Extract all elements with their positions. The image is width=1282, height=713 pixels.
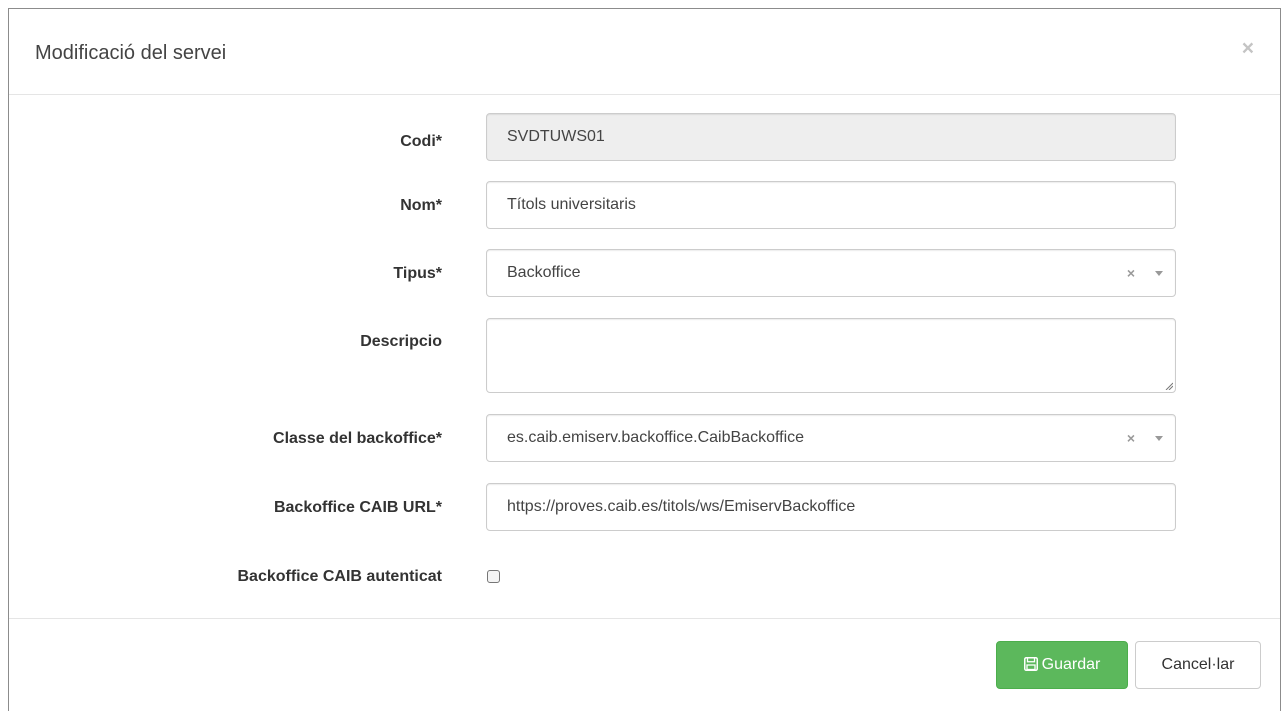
close-icon[interactable]: × xyxy=(1242,38,1254,59)
descripcio-label: Descripcio xyxy=(360,333,442,350)
autenticat-label: Backoffice CAIB autenticat xyxy=(237,568,443,585)
tipus-select[interactable]: Backoffice × xyxy=(486,249,1176,297)
save-button[interactable]: Guardar xyxy=(996,641,1128,689)
tipus-chevron-down-icon[interactable] xyxy=(1155,271,1163,276)
autenticat-checkbox[interactable] xyxy=(487,570,500,583)
codi-field[interactable]: SVDTUWS01 xyxy=(486,113,1176,161)
tipus-label: Tipus* xyxy=(393,265,442,282)
modal-title: Modificació del servei xyxy=(35,42,227,64)
nom-label: Nom* xyxy=(400,197,442,214)
modal-footer: Guardar Cancel·lar xyxy=(9,618,1280,713)
classe-select[interactable]: es.caib.emiserv.backoffice.CaibBackoffic… xyxy=(486,414,1176,462)
save-button-label: Guardar xyxy=(1041,656,1101,673)
classe-clear-icon[interactable]: × xyxy=(1127,415,1135,461)
codi-label: Codi* xyxy=(400,133,442,150)
floppy-disk-icon xyxy=(1023,657,1038,671)
descripcio-wrapper xyxy=(486,318,1176,393)
classe-selected-value: es.caib.emiserv.backoffice.CaibBackoffic… xyxy=(507,429,805,446)
classe-chevron-down-icon[interactable] xyxy=(1155,436,1163,441)
url-input[interactable] xyxy=(486,483,1176,531)
modal-header: Modificació del servei × xyxy=(9,9,1280,95)
cancel-button[interactable]: Cancel·lar xyxy=(1135,641,1261,689)
modal-dialog: Modificació del servei × Codi* SVDTUWS01… xyxy=(8,8,1281,711)
nom-input[interactable] xyxy=(486,181,1176,229)
tipus-clear-icon[interactable]: × xyxy=(1127,250,1135,296)
descripcio-textarea[interactable] xyxy=(486,318,1176,393)
tipus-selected-value: Backoffice xyxy=(507,264,581,281)
url-label: Backoffice CAIB URL* xyxy=(273,499,442,516)
classe-label: Classe del backoffice* xyxy=(273,430,442,447)
